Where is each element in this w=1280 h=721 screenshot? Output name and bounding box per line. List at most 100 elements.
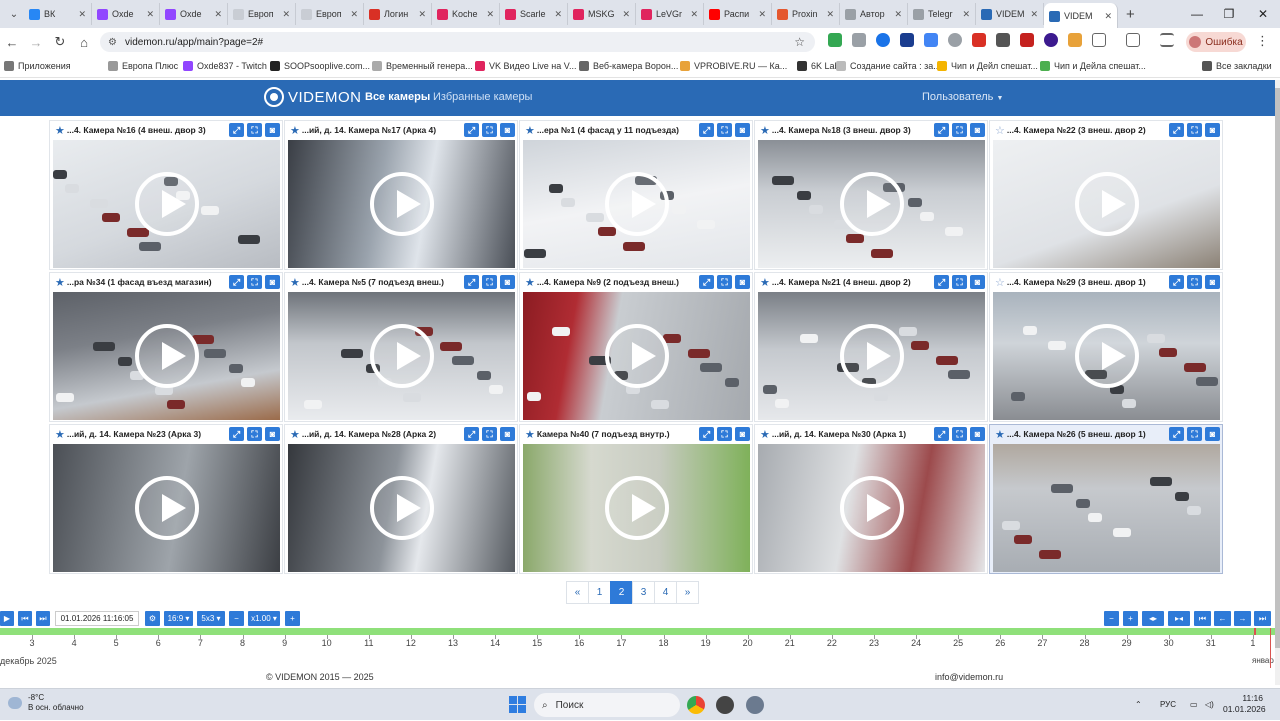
- camera-card[interactable]: ☆ ...4. Камера №22 (3 внеш. двор 2) ⤢ ⛶ ◙: [989, 120, 1223, 270]
- snapshot-camera-icon[interactable]: ◙: [265, 123, 280, 137]
- snapshot-camera-icon[interactable]: ◙: [735, 123, 750, 137]
- camera-preview[interactable]: [53, 292, 280, 420]
- camera-preview[interactable]: [993, 444, 1220, 572]
- browser-tab[interactable]: Распи ✕: [704, 3, 772, 25]
- camera-card[interactable]: ★ ...4. Камера №16 (4 внеш. двор 3) ⤢ ⛶ ◙: [49, 120, 283, 270]
- bookmark-item[interactable]: Чип и Дейл спешат...: [937, 61, 1038, 71]
- play-icon[interactable]: [370, 476, 434, 540]
- fullscreen-icon[interactable]: ⛶: [247, 275, 262, 289]
- settings-icon[interactable]: [746, 696, 764, 714]
- fullscreen-icon[interactable]: ⛶: [1187, 275, 1202, 289]
- expand-icon[interactable]: ⤢: [464, 427, 479, 441]
- tab-close-icon[interactable]: ✕: [146, 9, 154, 20]
- site-info-icon[interactable]: ⚙: [108, 37, 117, 48]
- snapshot-camera-icon[interactable]: ◙: [970, 275, 985, 289]
- snapshot-camera-icon[interactable]: ◙: [735, 427, 750, 441]
- playhead[interactable]: [1270, 628, 1271, 668]
- bookmark-item[interactable]: Приложения: [4, 61, 71, 71]
- extension-globe-icon[interactable]: [948, 33, 962, 47]
- bookmark-star-icon[interactable]: ☆: [794, 35, 805, 49]
- bookmark-item[interactable]: SOOPsooplive.com...: [270, 61, 370, 71]
- expand-icon[interactable]: ⤢: [229, 275, 244, 289]
- bookmark-item[interactable]: Веб-камера Ворон...: [579, 61, 678, 71]
- play-icon[interactable]: ▶: [0, 611, 14, 626]
- bookmark-item[interactable]: Временный генера...: [372, 61, 473, 71]
- bookmark-item[interactable]: Европа Плюс: [108, 61, 178, 71]
- snapshot-camera-icon[interactable]: ◙: [1205, 123, 1220, 137]
- screenshot-icon[interactable]: [1126, 33, 1140, 47]
- camera-preview[interactable]: [288, 292, 515, 420]
- expand-icon[interactable]: ⤢: [934, 275, 949, 289]
- extension-image-icon[interactable]: [852, 33, 866, 47]
- tab-search-chevron-icon[interactable]: ⌄: [4, 9, 24, 20]
- chrome-icon[interactable]: [687, 696, 705, 714]
- camera-card[interactable]: ★ Камера №40 (7 подъезд внутр.) ⤢ ⛶ ◙: [519, 424, 753, 574]
- zoom-out-icon[interactable]: −: [229, 611, 244, 626]
- bookmark-item[interactable]: Все закладки: [1202, 61, 1272, 71]
- expand-icon[interactable]: ⤢: [934, 427, 949, 441]
- tab-close-icon[interactable]: ✕: [894, 9, 902, 20]
- favorite-star-icon[interactable]: ★: [525, 124, 535, 137]
- maximize-icon[interactable]: ❐: [1212, 0, 1246, 28]
- tab-close-icon[interactable]: ✕: [282, 9, 290, 20]
- tab-close-icon[interactable]: ✕: [350, 9, 358, 20]
- window-close-icon[interactable]: ✕: [1246, 0, 1280, 28]
- snapshot-camera-icon[interactable]: ◙: [1205, 427, 1220, 441]
- snapshot-camera-icon[interactable]: ◙: [1205, 275, 1220, 289]
- extension-s-icon[interactable]: [876, 33, 890, 47]
- snapshot-camera-icon[interactable]: ◙: [500, 275, 515, 289]
- camera-preview[interactable]: [288, 140, 515, 268]
- expand-icon[interactable]: ⤢: [1169, 123, 1184, 137]
- fullscreen-icon[interactable]: ⛶: [1187, 123, 1202, 137]
- app-clock-icon[interactable]: [716, 696, 734, 714]
- camera-preview[interactable]: [53, 444, 280, 572]
- camera-card[interactable]: ★ ...ра №34 (1 фасад въезд магазин) ⤢ ⛶ ◙: [49, 272, 283, 422]
- camera-preview[interactable]: [523, 292, 750, 420]
- play-icon[interactable]: [605, 476, 669, 540]
- favorite-star-icon[interactable]: ★: [760, 428, 770, 441]
- zoom-in-icon[interactable]: +: [285, 611, 300, 626]
- snapshot-camera-icon[interactable]: ◙: [265, 427, 280, 441]
- camera-preview[interactable]: [758, 292, 985, 420]
- favorite-star-icon[interactable]: ★: [290, 124, 300, 137]
- extension-shield-icon[interactable]: [828, 33, 842, 47]
- tab-close-icon[interactable]: ✕: [214, 9, 222, 20]
- play-icon[interactable]: [840, 324, 904, 388]
- play-icon[interactable]: [840, 172, 904, 236]
- favorite-star-icon[interactable]: ☆: [995, 124, 1005, 137]
- timeline-plus-icon[interactable]: +: [1123, 611, 1138, 626]
- extension-purple-icon[interactable]: [1044, 33, 1058, 47]
- camera-card[interactable]: ★ ...4. Камера №21 (4 внеш. двор 2) ⤢ ⛶ ◙: [754, 272, 988, 422]
- jump-end-icon[interactable]: ⏭: [1254, 611, 1271, 626]
- taskbar-search[interactable]: ⌕ Поиск: [534, 693, 680, 717]
- bookmark-item[interactable]: Чип и Дейла спешат...: [1040, 61, 1146, 71]
- camera-preview[interactable]: [758, 140, 985, 268]
- browser-tab[interactable]: Oxde ✕: [160, 3, 228, 25]
- language-indicator[interactable]: РУС: [1160, 700, 1176, 709]
- camera-card[interactable]: ★ ...ий, д. 14. Камера №23 (Арка 3) ⤢ ⛶ ◙: [49, 424, 283, 574]
- tab-close-icon[interactable]: ✕: [622, 9, 630, 20]
- network-icon[interactable]: ▭: [1190, 700, 1198, 709]
- camera-card[interactable]: ★ ...ий, д. 14. Камера №17 (Арка 4) ⤢ ⛶ ◙: [284, 120, 518, 270]
- clock[interactable]: 11:16 01.01.2026: [1223, 693, 1266, 715]
- datetime-field[interactable]: 01.01.2026 11:16:05: [55, 611, 139, 626]
- tab-close-icon[interactable]: ✕: [826, 9, 834, 20]
- extension-red-icon[interactable]: [972, 33, 986, 47]
- camera-preview[interactable]: [993, 140, 1220, 268]
- browser-menu-icon[interactable]: ⋮: [1256, 33, 1269, 49]
- tray-chevron-icon[interactable]: ⌃: [1135, 700, 1142, 709]
- favorite-star-icon[interactable]: ★: [995, 428, 1005, 441]
- expand-icon[interactable]: ⤢: [464, 275, 479, 289]
- play-icon[interactable]: [135, 172, 199, 236]
- camera-card[interactable]: ★ ...4. Камера №9 (2 подъезд внеш.) ⤢ ⛶ ◙: [519, 272, 753, 422]
- play-icon[interactable]: [135, 476, 199, 540]
- step-forward-icon[interactable]: ⏭: [36, 611, 50, 626]
- fullscreen-icon[interactable]: ⛶: [1187, 427, 1202, 441]
- forward-icon[interactable]: →: [24, 35, 48, 50]
- camera-preview[interactable]: [993, 292, 1220, 420]
- play-icon[interactable]: [1075, 324, 1139, 388]
- fullscreen-icon[interactable]: ⛶: [952, 123, 967, 137]
- fullscreen-icon[interactable]: ⛶: [717, 275, 732, 289]
- contact-email[interactable]: info@videmon.ru: [935, 672, 1003, 682]
- extensions-puzzle-icon[interactable]: [1092, 33, 1106, 47]
